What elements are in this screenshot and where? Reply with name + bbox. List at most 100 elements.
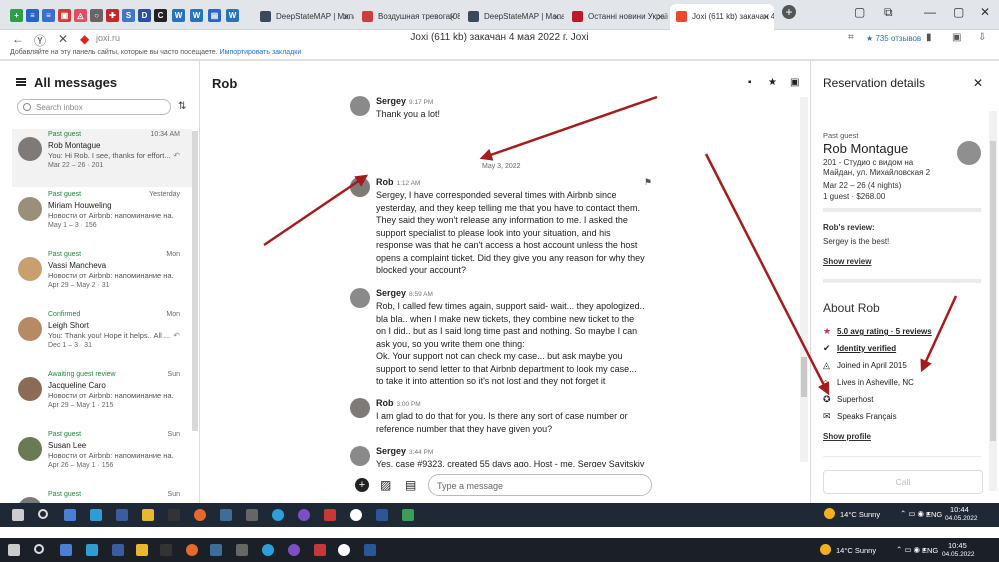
- telegram-icon[interactable]: [262, 544, 274, 556]
- bookmark-icon-wp[interactable]: W: [172, 9, 185, 22]
- browser-tab-4[interactable]: Останні новини Україні ✕: [566, 4, 668, 30]
- clock-date[interactable]: 04.05.2022: [945, 515, 978, 522]
- clock-time[interactable]: 10:45: [948, 541, 967, 550]
- bookmark-icon-grey[interactable]: ○: [90, 9, 103, 22]
- bookmark-icon-s[interactable]: S: [122, 9, 135, 22]
- conversation-item[interactable]: Past guest 10:34 AM Rob Montague You: Hi Ro…: [12, 129, 192, 187]
- conversation-item[interactable]: Confirmed Mon Leigh Short You: Thank you! H…: [12, 309, 192, 367]
- windows-start-icon[interactable]: [8, 544, 20, 556]
- conversation-item[interactable]: Awaiting guest review Sun Jacqueline Caro Н…: [12, 369, 192, 427]
- telegram-icon[interactable]: [272, 509, 284, 521]
- steam-icon[interactable]: [210, 544, 222, 556]
- clock-date[interactable]: 04.05.2022: [942, 551, 975, 558]
- message-input[interactable]: Type a message: [428, 474, 652, 496]
- maximize-button[interactable]: ▢: [953, 5, 964, 19]
- close-icon[interactable]: ✕: [656, 12, 664, 23]
- inbox-scrollbar[interactable]: [192, 131, 198, 431]
- app-icon[interactable]: [116, 509, 128, 521]
- show-profile-link[interactable]: Show profile: [823, 432, 871, 441]
- conversation-item[interactable]: Past guest Sun Susan Lee Новости от Airbnb:…: [12, 429, 192, 487]
- bookmark-icon-airbnb[interactable]: ◬: [74, 9, 87, 22]
- quick-reply-icon[interactable]: ▤: [405, 478, 416, 492]
- minimize-button[interactable]: —: [924, 5, 936, 19]
- browser-tab-active[interactable]: Joxi (611 kb) закачан 4 ✕: [670, 4, 774, 30]
- weather-text[interactable]: 14°C Sunny: [836, 546, 876, 555]
- show-review-link[interactable]: Show review: [823, 257, 871, 266]
- app-icon[interactable]: [86, 544, 98, 556]
- close-icon[interactable]: ✕: [973, 76, 983, 90]
- conversation-item[interactable]: Past guest Yesterday Miriam Houweling Новос…: [12, 189, 192, 247]
- flag-icon[interactable]: ⚑: [644, 177, 652, 188]
- scroll-thumb[interactable]: [990, 141, 996, 441]
- import-bookmarks-link[interactable]: Импортировать закладки: [220, 49, 302, 56]
- close-window-button[interactable]: ✕: [980, 5, 990, 19]
- scroll-thumb[interactable]: [801, 357, 807, 397]
- language-indicator[interactable]: ENG: [922, 546, 938, 555]
- search-icon[interactable]: [34, 544, 44, 554]
- bookmark-icon-db[interactable]: ▤: [208, 9, 221, 22]
- app-icon[interactable]: [112, 544, 124, 556]
- download-icon[interactable]: ⇩: [978, 32, 986, 43]
- about-item-text[interactable]: Identity verified: [837, 344, 896, 353]
- star-icon[interactable]: ★: [768, 77, 777, 88]
- bookmark-icon-blue[interactable]: ≡: [26, 9, 39, 22]
- app-icon[interactable]: [314, 544, 326, 556]
- filter-icon[interactable]: ⇅: [178, 101, 186, 112]
- app-icon[interactable]: [60, 544, 72, 556]
- windows-start-icon[interactable]: [12, 509, 24, 521]
- bookmark-icon-green[interactable]: +: [10, 9, 23, 22]
- search-icon[interactable]: [38, 509, 48, 519]
- speech-bubble-icon[interactable]: ▪: [748, 77, 752, 88]
- yandex-icon[interactable]: [338, 544, 350, 556]
- extensions-icon[interactable]: ▣: [952, 32, 961, 43]
- bookmark-icon[interactable]: ▮: [926, 32, 932, 43]
- app-icon[interactable]: [90, 509, 102, 521]
- firefox-icon[interactable]: [194, 509, 206, 521]
- app-icon[interactable]: [136, 544, 148, 556]
- close-icon[interactable]: ✕: [762, 12, 770, 23]
- search-input[interactable]: Search inbox: [17, 99, 171, 115]
- bookmark-icon-darkred[interactable]: ✚: [106, 9, 119, 22]
- bookmark-icon-blue2[interactable]: ≡: [42, 9, 55, 22]
- viber-icon[interactable]: [288, 544, 300, 556]
- firefox-icon[interactable]: [186, 544, 198, 556]
- close-icon[interactable]: ✕: [448, 12, 456, 23]
- bookmark-icon-c[interactable]: C: [154, 9, 167, 22]
- bookmark-icon-wp3[interactable]: W: [226, 9, 239, 22]
- browser-tab-1[interactable]: DeepStateMAP | Мапа ві✕: [254, 4, 354, 30]
- close-icon[interactable]: ✕: [342, 12, 350, 23]
- add-icon[interactable]: +: [355, 478, 369, 492]
- conversation-item[interactable]: Past guest Mon Vassi Mancheva Новости от Ai…: [12, 249, 192, 307]
- app-icon[interactable]: [142, 509, 154, 521]
- viber-icon[interactable]: [298, 509, 310, 521]
- browser-tab-3[interactable]: DeepStateMAP | Мапа ві✕: [462, 4, 564, 30]
- details-scrollbar[interactable]: [989, 111, 997, 491]
- close-icon[interactable]: ✕: [552, 12, 560, 23]
- word-icon[interactable]: [364, 544, 376, 556]
- app-icon[interactable]: [402, 509, 414, 521]
- app-icon[interactable]: [64, 509, 76, 521]
- bookmark-icon-red[interactable]: ▣: [58, 9, 71, 22]
- yandex-icon[interactable]: [350, 509, 362, 521]
- browser-tab-2[interactable]: Воздушная тревога(08:46✕: [356, 4, 460, 30]
- reviews-badge[interactable]: ★ 735 отзывов: [866, 34, 921, 43]
- weather-text[interactable]: 14°C Sunny: [840, 510, 880, 519]
- chat-scrollbar[interactable]: [800, 97, 808, 462]
- call-button[interactable]: Call: [823, 470, 983, 494]
- app-icon[interactable]: [246, 509, 258, 521]
- restore-icon[interactable]: ⧉: [884, 5, 893, 20]
- app-icon[interactable]: [324, 509, 336, 521]
- tab-list-icon[interactable]: ▢: [854, 5, 865, 19]
- bookmark-icon-wp2[interactable]: W: [190, 9, 203, 22]
- translate-icon[interactable]: ⌗: [848, 32, 854, 43]
- app-icon[interactable]: [168, 509, 180, 521]
- bookmark-icon-d[interactable]: D: [138, 9, 151, 22]
- new-tab-button[interactable]: +: [782, 5, 796, 19]
- clock-time[interactable]: 10:44: [950, 505, 969, 514]
- steam-icon[interactable]: [220, 509, 232, 521]
- archive-icon[interactable]: ▣: [790, 77, 799, 88]
- app-icon[interactable]: [160, 544, 172, 556]
- app-icon[interactable]: [236, 544, 248, 556]
- about-item-text[interactable]: 5.0 avg rating · 5 reviews: [837, 327, 932, 336]
- menu-icon[interactable]: [16, 78, 26, 86]
